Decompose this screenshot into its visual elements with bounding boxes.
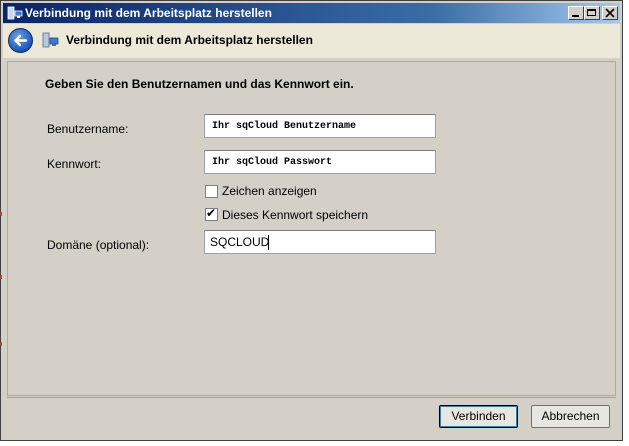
username-value: Ihr sqCloud Benutzername [212, 121, 357, 132]
window-title: Verbindung mit dem Arbeitsplatz herstell… [25, 6, 272, 20]
cancel-button[interactable]: Abbrechen [531, 405, 610, 428]
username-field[interactable]: Ihr sqCloud Benutzername [204, 114, 436, 138]
checkmark-icon: ✔ [206, 206, 217, 220]
show-characters-label[interactable]: Zeichen anzeigen [222, 184, 317, 198]
save-password-checkbox[interactable]: ✔ [205, 206, 218, 221]
connect-button[interactable]: Verbinden [439, 405, 518, 428]
network-computer-icon [7, 6, 23, 20]
text-cursor [268, 235, 269, 250]
back-button[interactable] [8, 28, 33, 53]
maximize-button[interactable] [584, 6, 600, 20]
minimize-icon [572, 15, 579, 17]
credentials-panel [7, 61, 616, 396]
title-bar[interactable]: Verbindung mit dem Arbeitsplatz herstell… [3, 3, 620, 23]
instruction-text: Geben Sie den Benutzernamen und das Kenn… [45, 77, 354, 91]
footer-divider [7, 397, 616, 398]
network-computer-icon [42, 32, 59, 48]
background-edge-mark [0, 275, 2, 279]
domain-field[interactable]: SQCLOUD [204, 230, 436, 254]
username-label: Benutzername: [47, 122, 129, 136]
minimize-button[interactable] [568, 6, 584, 20]
close-button[interactable] [602, 6, 618, 20]
maximize-icon [587, 9, 596, 16]
dialog-window: Verbindung mit dem Arbeitsplatz herstell… [0, 0, 623, 441]
background-edge-mark [0, 342, 2, 346]
domain-label: Domäne (optional): [47, 238, 150, 252]
close-icon [605, 8, 615, 18]
password-value: Ihr sqCloud Passwort [212, 157, 333, 168]
wizard-header: Verbindung mit dem Arbeitsplatz herstell… [3, 24, 620, 58]
save-password-label[interactable]: Dieses Kennwort speichern [222, 208, 368, 222]
password-field[interactable]: Ihr sqCloud Passwort [204, 150, 436, 174]
domain-value: SQCLOUD [210, 235, 270, 249]
back-arrow-icon [14, 34, 28, 47]
wizard-title: Verbindung mit dem Arbeitsplatz herstell… [66, 33, 313, 47]
password-label: Kennwort: [47, 157, 102, 171]
background-edge-mark [0, 212, 2, 216]
show-characters-checkbox[interactable] [205, 185, 218, 198]
